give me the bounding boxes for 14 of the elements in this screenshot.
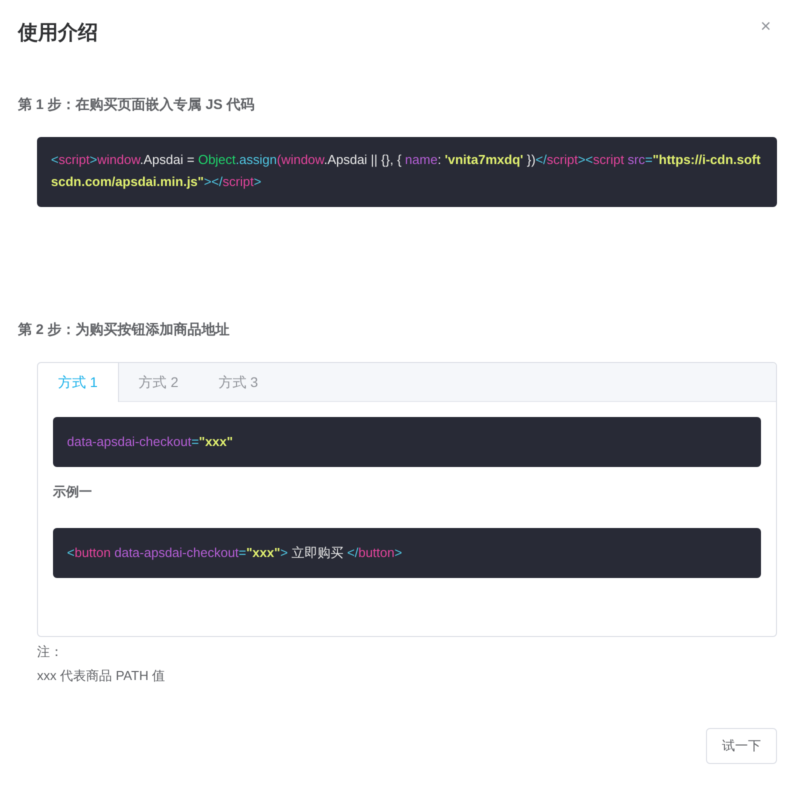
note-text: 注： (37, 643, 64, 661)
try-button[interactable]: 试一下 (706, 728, 777, 764)
tab[interactable]: 方式 1 (38, 363, 119, 402)
code-block: <script>window.Apsdai = Object.assign(window.Apsdai || {}, { name: 'vnita7mxdq' })</script><script src="https://i-cdn.softscdn.com/apsdai.min.js"></script> (37, 137, 777, 207)
close-button[interactable]: × (754, 16, 777, 36)
example-label: 示例一 (53, 483, 93, 501)
code-block: <button data-apsdai-checkout="xxx"> 立即购买 </button> (53, 528, 761, 578)
tab[interactable]: 方式 3 (198, 363, 278, 401)
code-block: data-apsdai-checkout="xxx" (53, 417, 761, 467)
note-text: xxx 代表商品 PATH 值 (37, 667, 166, 685)
dialog-title: 使用介绍 (18, 21, 98, 46)
step-heading: 第 2 步：为购买按钮添加商品地址 (18, 320, 231, 339)
step-heading: 第 1 步：在购买页面嵌入专属 JS 代码 (18, 95, 256, 114)
tab[interactable]: 方式 2 (118, 363, 198, 401)
